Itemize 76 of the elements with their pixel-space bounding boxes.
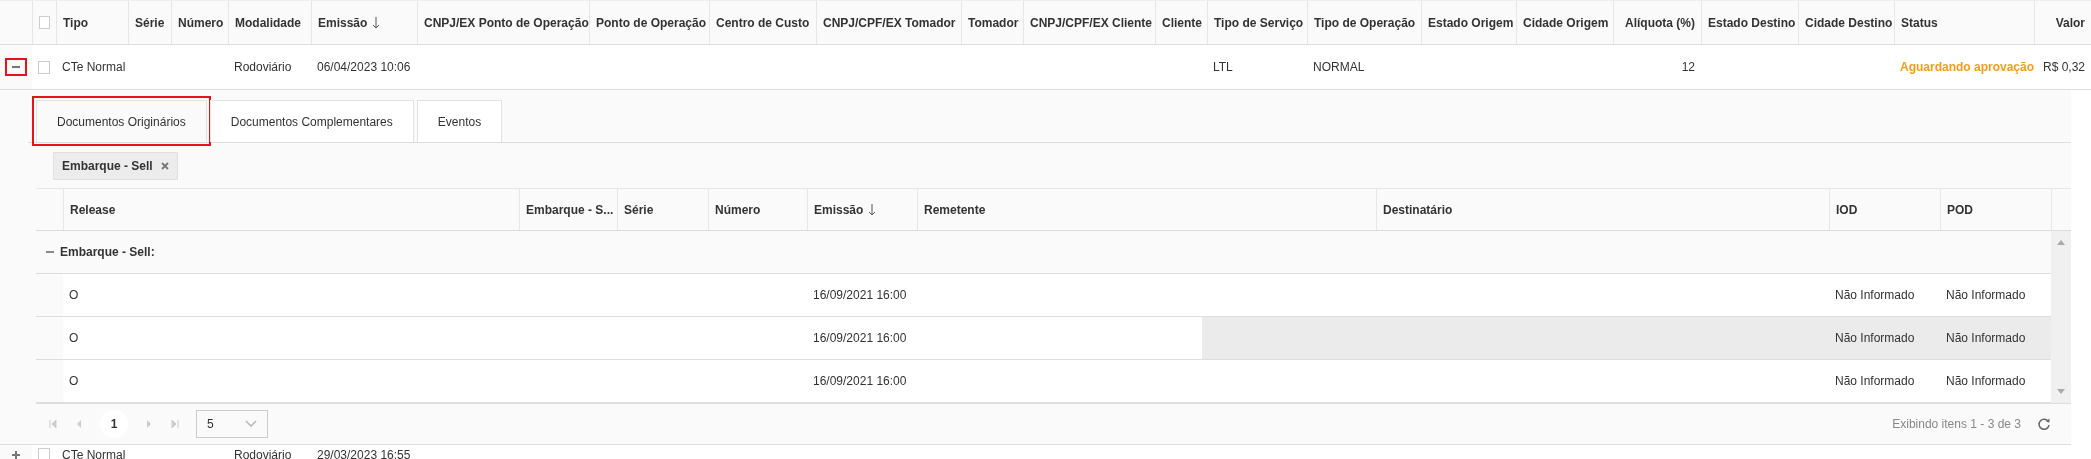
scroll-down-icon[interactable] bbox=[2056, 389, 2066, 395]
table-cell: Rodoviário bbox=[234, 447, 292, 459]
column-header[interactable]: Emissão bbox=[814, 202, 877, 217]
column-header[interactable]: CNPJ/CPF/EX Cliente bbox=[1030, 15, 1153, 30]
table-cell: 12 bbox=[1681, 60, 1695, 74]
table-cell: NORMAL bbox=[1313, 60, 1365, 74]
column-header[interactable]: Cidade Origem bbox=[1523, 15, 1609, 30]
column-header[interactable]: Série bbox=[624, 202, 654, 217]
first-page-icon[interactable] bbox=[48, 419, 58, 429]
tab[interactable]: Eventos bbox=[416, 100, 503, 142]
column-header[interactable]: Número bbox=[715, 202, 761, 217]
column-header[interactable]: IOD bbox=[1836, 202, 1858, 217]
pager-info: Exibindo itens 1 - 3 de 3 bbox=[1892, 417, 2021, 431]
table-cell: LTL bbox=[1213, 60, 1233, 74]
column-header[interactable]: Centro de Custo bbox=[716, 15, 810, 30]
table-cell: Não Informado bbox=[1946, 374, 2026, 388]
column-header[interactable]: CNPJ/EX Ponto de Operação bbox=[424, 15, 589, 30]
refresh-icon[interactable] bbox=[2037, 417, 2051, 431]
table-cell: 16/09/2021 16:00 bbox=[813, 374, 907, 388]
table-cell: Não Informado bbox=[1946, 288, 2026, 302]
column-header[interactable]: Ponto de Operação bbox=[596, 15, 707, 30]
table-cell: Não Informado bbox=[1835, 288, 1915, 302]
column-header[interactable]: Modalidade bbox=[235, 15, 301, 30]
table-cell: Não Informado bbox=[1835, 374, 1915, 388]
table-cell: Não Informado bbox=[1835, 331, 1915, 345]
table-row[interactable]: O 16/09/2021 16:00 Não Informado Não Informado bbox=[36, 274, 2051, 317]
chevron-down-icon bbox=[245, 420, 257, 428]
column-header[interactable]: Série bbox=[135, 15, 165, 30]
column-header[interactable]: Cliente bbox=[1162, 15, 1202, 30]
table-cell: Rodoviário bbox=[234, 60, 292, 74]
tab[interactable]: Documentos Complementares bbox=[209, 100, 414, 142]
column-header[interactable]: Emissão bbox=[318, 15, 381, 30]
table-cell: R$ 0,32 bbox=[2042, 60, 2085, 74]
column-header[interactable]: CNPJ/CPF/EX Tomador bbox=[823, 15, 956, 30]
column-header[interactable]: POD bbox=[1947, 202, 1973, 217]
table-cell: CTe Normal bbox=[62, 447, 126, 459]
table-cell: 16/09/2021 16:00 bbox=[813, 288, 907, 302]
column-header[interactable]: Número bbox=[178, 15, 224, 30]
table-row[interactable]: O 16/09/2021 16:00 Não Informado Não Informado bbox=[36, 360, 2051, 403]
table-cell: 16/09/2021 16:00 bbox=[813, 331, 907, 345]
group-label: Embarque - Sell: bbox=[60, 245, 155, 259]
column-header[interactable]: Release bbox=[70, 202, 116, 217]
column-header[interactable]: Estado Origem bbox=[1428, 15, 1514, 30]
column-header[interactable]: Tipo de Serviço bbox=[1214, 15, 1304, 30]
column-header[interactable]: Status bbox=[1901, 15, 1938, 30]
scroll-up-icon[interactable] bbox=[2056, 239, 2066, 245]
table-cell: Não Informado bbox=[1946, 331, 2026, 345]
column-header[interactable]: Destinatário bbox=[1383, 202, 1453, 217]
column-header[interactable]: Remetente bbox=[924, 202, 986, 217]
close-icon[interactable] bbox=[160, 161, 169, 170]
table-cell: O bbox=[69, 331, 79, 345]
column-header[interactable]: Cidade Destino bbox=[1805, 15, 1893, 30]
table-cell: 06/04/2023 10:06 bbox=[317, 60, 411, 74]
table-cell: O bbox=[69, 374, 79, 388]
column-header[interactable]: Valor bbox=[2055, 15, 2085, 30]
expand-toggle[interactable] bbox=[5, 58, 27, 76]
table-cell: 29/03/2023 16:55 bbox=[317, 447, 411, 459]
last-page-icon[interactable] bbox=[170, 419, 180, 429]
column-header[interactable]: Tipo bbox=[63, 15, 89, 30]
table-cell: Aguardando aprovação bbox=[1900, 60, 2035, 74]
row-checkbox[interactable] bbox=[38, 448, 50, 459]
column-header[interactable]: Estado Destino bbox=[1708, 15, 1796, 30]
select-all-checkbox[interactable] bbox=[39, 16, 50, 29]
column-header[interactable]: Tipo de Operação bbox=[1314, 15, 1416, 30]
table-row[interactable]: O 16/09/2021 16:00 Não Informado Não Informado bbox=[36, 317, 2051, 360]
column-header[interactable]: Alíquota (%) bbox=[1625, 15, 1695, 30]
page-button[interactable]: 1 bbox=[100, 410, 128, 438]
scrollbar[interactable] bbox=[2051, 231, 2071, 403]
table-cell: O bbox=[69, 288, 79, 302]
row-checkbox[interactable] bbox=[38, 60, 50, 74]
next-page-icon[interactable] bbox=[144, 419, 154, 429]
page-size-dropdown[interactable]: 5 bbox=[196, 410, 268, 438]
column-header[interactable]: Embarque - S... bbox=[526, 202, 614, 217]
column-header[interactable]: Tomador bbox=[968, 15, 1019, 30]
table-cell: CTe Normal bbox=[62, 60, 126, 74]
group-chip[interactable]: Embarque - Sell bbox=[53, 151, 178, 180]
